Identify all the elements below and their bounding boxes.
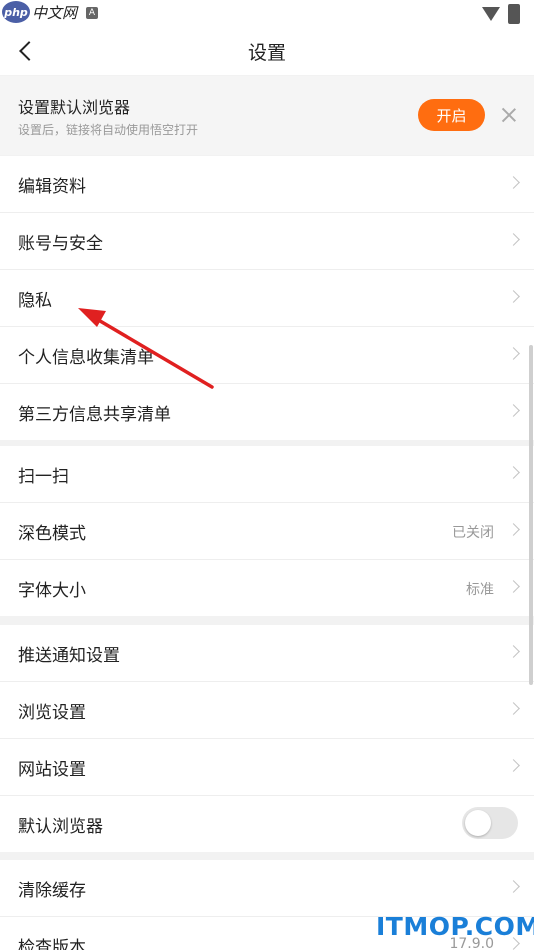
watermark: ITMOP.COM: [376, 912, 534, 941]
annotation-arrow-icon: [78, 308, 214, 389]
